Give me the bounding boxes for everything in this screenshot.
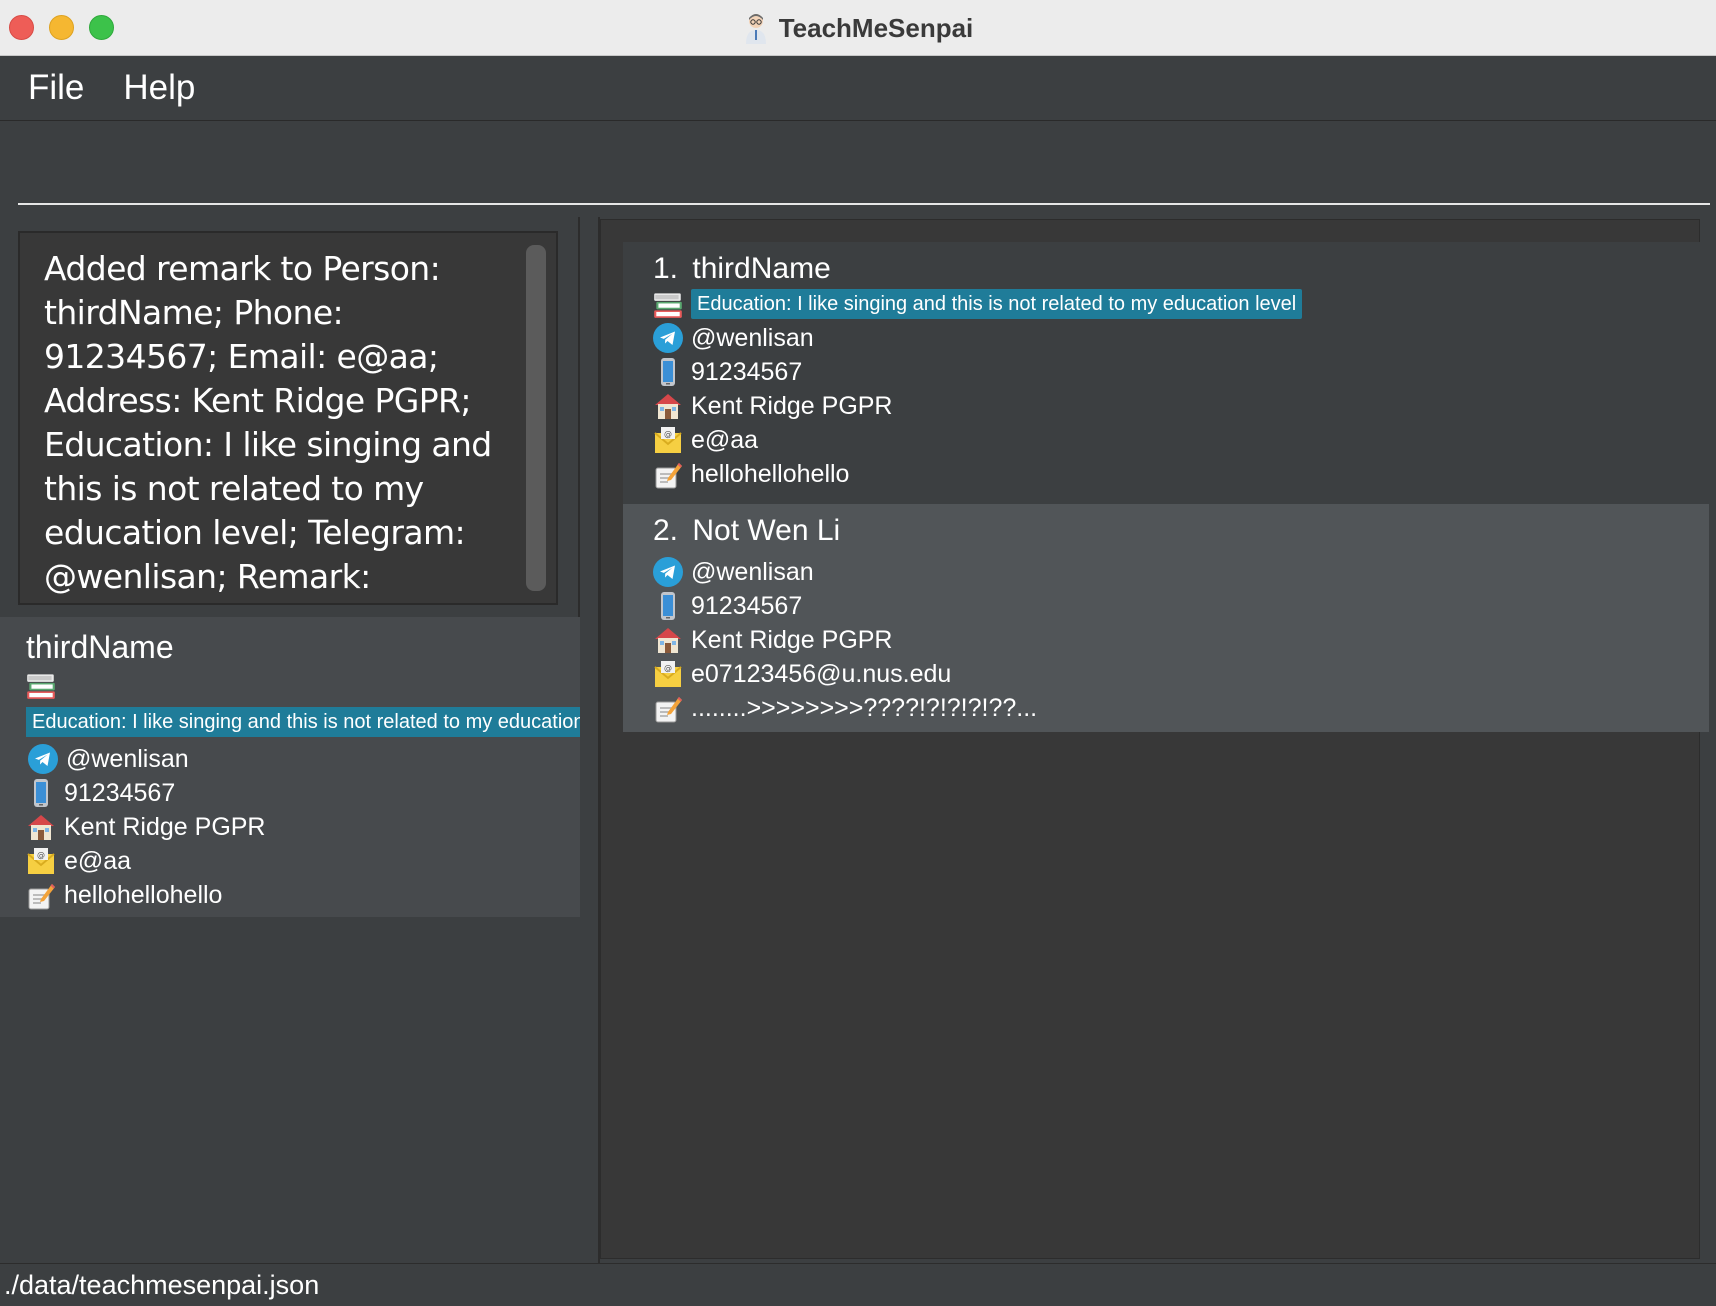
- person-phone-row: 91234567: [651, 590, 802, 622]
- detail-remark-row: hellohellohello: [24, 879, 222, 911]
- person-address-row: Kent Ridge PGPR: [651, 624, 893, 656]
- education-tag: Education: I like singing and this is no…: [691, 289, 1303, 319]
- detail-address: Kent Ridge PGPR: [64, 812, 266, 841]
- books-icon: [651, 288, 685, 320]
- telegram-icon: [652, 556, 684, 588]
- window-title: TeachMeSenpai: [778, 12, 974, 43]
- window-title-bar: TeachMeSenpai: [0, 0, 1716, 56]
- books-icon: [24, 669, 58, 701]
- envelope-icon: [25, 845, 57, 877]
- memo-icon: [652, 458, 684, 490]
- person-phone-row: 91234567: [651, 356, 802, 388]
- person-list[interactable]: 1. thirdName Education: I like singing a…: [600, 219, 1709, 1259]
- command-box: [0, 121, 1716, 217]
- person-email-row: e@aa: [651, 424, 758, 456]
- person-email: e@aa: [691, 425, 759, 454]
- command-input[interactable]: [18, 133, 1710, 205]
- memo-icon: [652, 692, 684, 724]
- result-display: Added remark to Person: thirdName; Phone…: [18, 231, 558, 605]
- person-education-row: Education: I like singing and this is no…: [651, 288, 1303, 320]
- envelope-icon: [652, 424, 684, 456]
- app-senpai-icon: [745, 14, 766, 44]
- person-name: Not Wen Li: [692, 514, 841, 547]
- person-address: Kent Ridge PGPR: [691, 391, 893, 420]
- person-card-selected[interactable]: 2. Not Wen Li @wenlisan 91234567 Kent Ri…: [623, 504, 1709, 732]
- envelope-icon: [652, 658, 684, 690]
- person-remark-row: ........>>>>>>>>????!?!?!?!??...: [651, 692, 1037, 724]
- detail-phone: 91234567: [64, 778, 176, 807]
- phone-icon: [25, 777, 57, 809]
- person-card-header: 1. thirdName: [653, 252, 831, 286]
- person-card-header: 2. Not Wen Li: [653, 514, 840, 548]
- house-icon: [25, 811, 57, 843]
- person-telegram-row: @wenlisan: [651, 322, 814, 354]
- detail-email-row: e@aa: [24, 845, 131, 877]
- person-email: e07123456@u.nus.edu: [691, 659, 952, 688]
- person-remark: hellohellohello: [691, 459, 850, 488]
- detail-phone-row: 91234567: [24, 777, 175, 809]
- menu-bar: File Help: [0, 56, 1716, 121]
- person-phone: 91234567: [691, 591, 803, 620]
- menu-help[interactable]: Help: [123, 68, 195, 108]
- person-remark-row: hellohellohello: [651, 458, 849, 490]
- person-phone: 91234567: [691, 357, 803, 386]
- left-empty-area: [0, 917, 580, 1263]
- person-telegram: @wenlisan: [691, 323, 814, 352]
- detail-education-tag: Education: I like singing and this is no…: [26, 707, 580, 737]
- person-detail-panel: thirdName Education: I like singing and …: [0, 617, 580, 917]
- detail-telegram: @wenlisan: [66, 744, 189, 773]
- person-telegram-row: @wenlisan: [651, 556, 814, 588]
- status-bar: ./data/teachmesenpai.json: [0, 1263, 1716, 1304]
- detail-remark: hellohellohello: [64, 880, 223, 909]
- menu-file[interactable]: File: [28, 68, 84, 108]
- phone-icon: [652, 590, 684, 622]
- person-telegram: @wenlisan: [691, 557, 814, 586]
- house-icon: [652, 624, 684, 656]
- person-list-panel: 1. thirdName Education: I like singing a…: [598, 217, 1716, 1263]
- person-index: 2.: [653, 514, 679, 547]
- house-icon: [652, 390, 684, 422]
- result-scrollbar[interactable]: [526, 245, 546, 591]
- phone-icon: [652, 356, 684, 388]
- person-card[interactable]: 1. thirdName Education: I like singing a…: [623, 242, 1709, 504]
- detail-address-row: Kent Ridge PGPR: [24, 811, 266, 843]
- detail-email: e@aa: [64, 846, 132, 875]
- result-message: Added remark to Person: thirdName; Phone…: [44, 249, 492, 603]
- person-address: Kent Ridge PGPR: [691, 625, 893, 654]
- person-name: thirdName: [692, 252, 831, 285]
- telegram-icon: [27, 743, 59, 775]
- person-address-row: Kent Ridge PGPR: [651, 390, 893, 422]
- memo-icon: [25, 879, 57, 911]
- telegram-icon: [652, 322, 684, 354]
- left-panel: Added remark to Person: thirdName; Phone…: [0, 217, 580, 1263]
- detail-person-name: thirdName: [26, 629, 174, 665]
- data-file-path: ./data/teachmesenpai.json: [4, 1270, 320, 1300]
- person-remark: ........>>>>>>>>????!?!?!?!??...: [691, 693, 1038, 722]
- person-email-row: e07123456@u.nus.edu: [651, 658, 951, 690]
- detail-telegram-row: @wenlisan: [26, 743, 189, 775]
- person-index: 1.: [653, 252, 679, 285]
